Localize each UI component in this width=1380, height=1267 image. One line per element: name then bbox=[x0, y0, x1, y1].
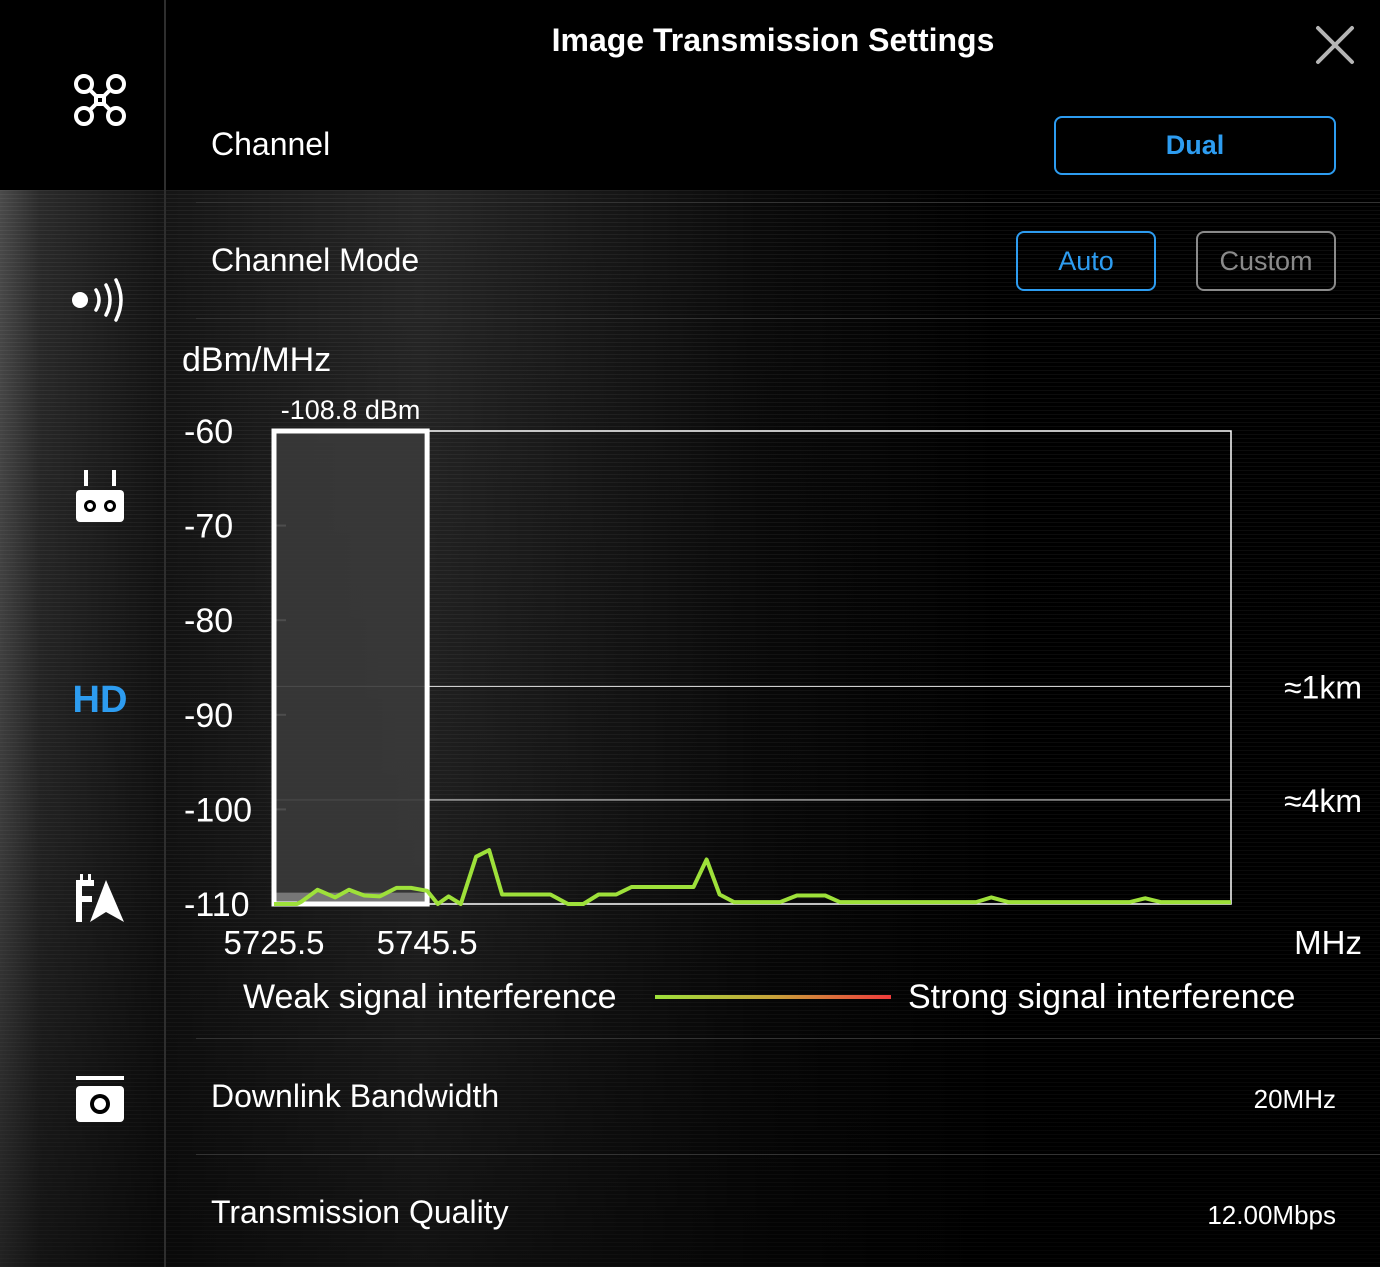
legend-strong-label: Strong signal interference bbox=[908, 978, 1296, 1016]
legend-gradient-bar bbox=[655, 995, 891, 999]
y-tick-label: -100 bbox=[184, 791, 252, 829]
transmission-quality-value: 12.00Mbps bbox=[1207, 1200, 1336, 1230]
y-tick-label: -60 bbox=[184, 413, 233, 451]
y-axis-label: dBm/MHz bbox=[182, 341, 331, 379]
reference-line-label: ≈4km bbox=[1284, 783, 1362, 819]
x-axis-unit-label: MHz bbox=[1294, 924, 1362, 961]
divider bbox=[196, 1154, 1380, 1155]
camera-icon bbox=[76, 1076, 124, 1122]
reference-line-label: ≈1km bbox=[1284, 669, 1362, 705]
divider bbox=[196, 1038, 1380, 1039]
x-tick-label: 5725.5 bbox=[224, 924, 325, 961]
sidebar-item-camera[interactable] bbox=[50, 1060, 150, 1140]
y-tick-label: -110 bbox=[184, 886, 250, 924]
legend-weak-label: Weak signal interference bbox=[243, 978, 617, 1016]
selected-band-label: -108.8 dBm bbox=[281, 395, 421, 425]
selected-band bbox=[274, 431, 428, 904]
downlink-bandwidth-value: 20MHz bbox=[1253, 1084, 1336, 1114]
y-tick-label: -90 bbox=[184, 697, 233, 735]
interference-spectrum-chart: -60 -70 -80 -90 -100 -110 ≈1km ≈4km -108.8 dBm 57… bbox=[182, 341, 1362, 961]
y-tick-label: -80 bbox=[184, 602, 233, 640]
downlink-bandwidth-label: Downlink Bandwidth bbox=[211, 1078, 500, 1114]
y-tick-label: -70 bbox=[184, 508, 233, 546]
x-tick-label: 5745.5 bbox=[377, 924, 478, 961]
transmission-quality-label: Transmission Quality bbox=[211, 1194, 509, 1230]
